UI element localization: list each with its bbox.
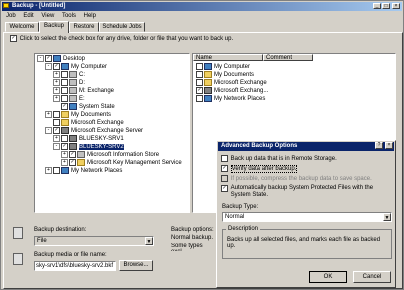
- media-icon: [13, 253, 23, 265]
- chevron-down-icon[interactable]: ▼: [383, 213, 391, 221]
- folder-icon: [61, 111, 69, 118]
- menu-help[interactable]: Help: [84, 13, 96, 19]
- store-icon: [77, 151, 85, 158]
- menu-bar: Job Edit View Tools Help: [2, 12, 402, 21]
- drive-icon: [69, 95, 77, 102]
- menu-edit[interactable]: Edit: [23, 13, 33, 19]
- instruction-checkbox-icon: ✓: [10, 35, 17, 42]
- tree-item[interactable]: + E:: [37, 95, 187, 103]
- desktop-icon: [53, 55, 61, 62]
- backup-type-label: Backup Type:: [222, 204, 259, 210]
- exchange-icon: [61, 127, 69, 134]
- backup-window: Backup - [Untitled] _ □ × Job Edit View …: [0, 0, 404, 290]
- option-remote-storage[interactable]: Back up data that is in Remote Storage.: [220, 155, 390, 163]
- menu-view[interactable]: View: [41, 13, 54, 19]
- list-item[interactable]: ✓ Microsoft Exchang...: [195, 87, 315, 95]
- option-verify[interactable]: ✓ Verify data after backup.: [220, 165, 390, 174]
- network-icon: [61, 167, 69, 174]
- exchange-icon: [61, 119, 69, 126]
- help-button[interactable]: ?: [375, 142, 383, 149]
- options-line-1: Normal backup.: [171, 235, 214, 241]
- tree-item[interactable]: + C:: [37, 71, 187, 79]
- backup-app-icon: [3, 3, 9, 8]
- exchange-icon: [204, 87, 212, 94]
- server-icon: [69, 135, 77, 142]
- menu-tools[interactable]: Tools: [62, 13, 76, 19]
- drive-icon: [69, 79, 77, 86]
- exchange-icon: [204, 79, 212, 86]
- tab-restore[interactable]: Restore: [69, 22, 99, 32]
- computer-icon: [204, 63, 212, 70]
- drive-icon: [69, 71, 77, 78]
- tree-item[interactable]: - ✓ Microsoft Exchange Server: [37, 127, 187, 135]
- tab-backup[interactable]: Backup: [39, 21, 69, 33]
- window-title: Backup - [Untitled]: [12, 3, 66, 9]
- tree-item[interactable]: + M: Exchange: [37, 87, 187, 95]
- destination-select[interactable]: File ▼: [34, 236, 154, 246]
- tree-item[interactable]: + ✓ Microsoft Key Management Service: [37, 159, 187, 167]
- options-label: Backup options:: [171, 227, 214, 233]
- network-icon: [204, 95, 212, 102]
- list-item[interactable]: Microsoft Exchange: [195, 79, 315, 87]
- instruction-text: ✓ Click to select the check box for any …: [10, 35, 234, 43]
- tree-item[interactable]: + My Network Places: [37, 167, 187, 175]
- chevron-down-icon[interactable]: ▼: [145, 237, 153, 245]
- server-icon: [69, 143, 77, 150]
- menu-job[interactable]: Job: [6, 13, 16, 19]
- options-line-2: Some types excl...: [171, 243, 203, 251]
- tree-item[interactable]: + ✓ Microsoft Information Store: [37, 151, 187, 159]
- tree-item[interactable]: ✓ System State: [37, 103, 187, 111]
- computer-icon: [61, 63, 69, 70]
- tree-item[interactable]: - ✓ Desktop: [37, 55, 187, 63]
- destination-value: File: [37, 238, 47, 244]
- selection-tree[interactable]: - ✓ Desktop - ✓ My Computer + C: + D: + M: Exch…: [34, 53, 190, 213]
- column-header-name[interactable]: Name: [193, 54, 263, 61]
- tree-item[interactable]: Microsoft Exchange: [37, 119, 187, 127]
- description-title: Description: [226, 226, 261, 233]
- backup-type-value: Normal: [225, 214, 245, 220]
- list-item[interactable]: My Network Places: [195, 95, 315, 103]
- tree-item[interactable]: + BLUESKY-SRV1: [37, 135, 187, 143]
- option-system-protected-files[interactable]: ✓ Automatically backup System Protected …: [220, 185, 392, 199]
- drive-icon: [69, 87, 77, 94]
- tree-item[interactable]: - ✓ My Computer: [37, 63, 187, 71]
- minimize-button[interactable]: _: [373, 3, 381, 9]
- title-bar[interactable]: Backup - [Untitled]: [2, 2, 402, 11]
- column-header-comment[interactable]: Comment: [263, 54, 313, 61]
- backup-destination-icon: [13, 227, 23, 239]
- list-item[interactable]: My Documents: [195, 71, 315, 79]
- tree-item[interactable]: - ✓ BLUESKY-SRV2: [37, 143, 187, 151]
- description-text: Backs up all selected files, and marks e…: [227, 237, 381, 249]
- browse-button[interactable]: Browse...: [119, 260, 153, 271]
- media-label: Backup media or file name:: [34, 252, 107, 258]
- tree-item[interactable]: + My Documents: [37, 111, 187, 119]
- system-state-icon: [69, 103, 77, 110]
- dialog-title[interactable]: Advanced Backup Options: [218, 142, 394, 151]
- tab-schedule-jobs[interactable]: Schedule Jobs: [99, 22, 145, 32]
- tree-item[interactable]: + D:: [37, 79, 187, 87]
- backup-type-select[interactable]: Normal ▼: [222, 212, 392, 222]
- tab-welcome[interactable]: Welcome: [5, 22, 39, 32]
- ok-button[interactable]: OK: [309, 271, 347, 283]
- maximize-button[interactable]: □: [382, 3, 390, 9]
- destination-label: Backup destination:: [34, 227, 87, 233]
- option-compress: If possible, compress the backup data to…: [220, 175, 390, 183]
- key-icon: [77, 159, 85, 166]
- advanced-backup-options-dialog: Advanced Backup Options ? × Back up data…: [216, 140, 396, 288]
- list-item[interactable]: My Computer: [195, 63, 315, 71]
- close-button[interactable]: ×: [392, 3, 400, 9]
- media-filename-input[interactable]: sky-srv1\dfs\bluesky-srv2.bkf: [34, 261, 116, 271]
- folder-icon: [204, 71, 212, 78]
- dialog-close-button[interactable]: ×: [385, 142, 393, 149]
- cancel-button[interactable]: Cancel: [353, 271, 391, 283]
